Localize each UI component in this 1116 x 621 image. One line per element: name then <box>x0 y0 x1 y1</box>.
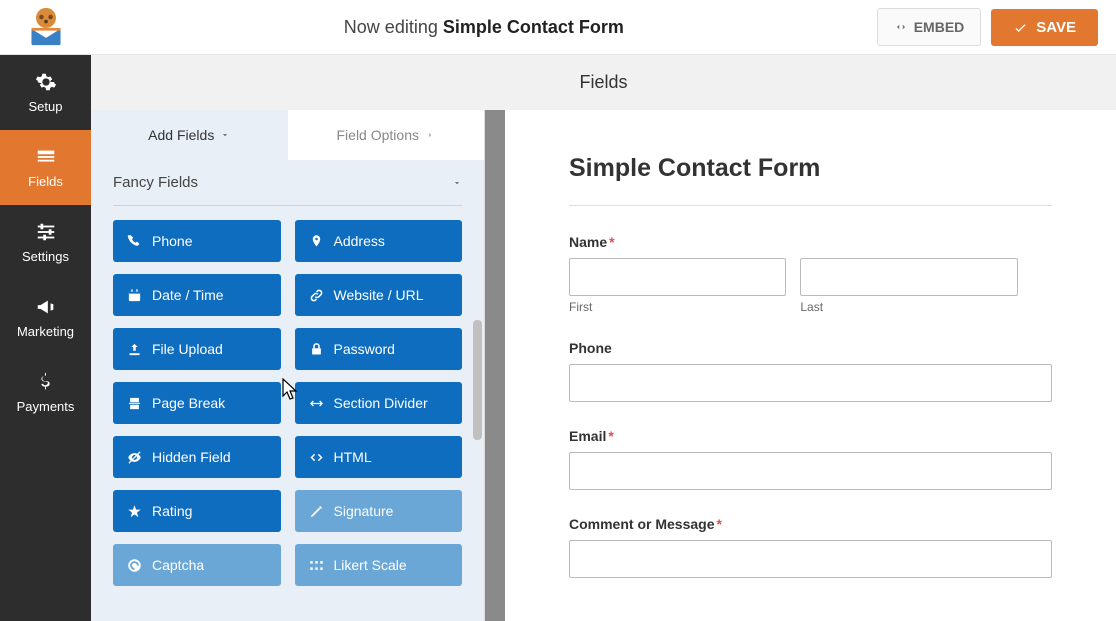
field-type-section-divider[interactable]: Section Divider <box>295 382 463 424</box>
tab-field-options[interactable]: Field Options <box>288 110 485 160</box>
field-palette: Add Fields Field Options Fancy Fields Ph… <box>91 110 485 621</box>
field-phone[interactable]: Phone <box>569 340 1052 402</box>
phone-input[interactable] <box>569 364 1052 402</box>
field-button-label: Captcha <box>152 557 204 573</box>
sidebar-label: Setup <box>29 99 63 114</box>
field-type-rating[interactable]: Rating <box>113 490 281 532</box>
star-icon <box>127 504 142 519</box>
field-type-html[interactable]: HTML <box>295 436 463 478</box>
field-button-label: Hidden Field <box>152 449 231 465</box>
first-name-input[interactable] <box>569 258 786 296</box>
chevron-down-icon <box>452 178 462 188</box>
likert-icon <box>309 558 324 573</box>
field-button-label: Address <box>334 233 385 249</box>
field-label: Name* <box>569 234 1052 250</box>
tab-add-fields[interactable]: Add Fields <box>91 110 288 160</box>
sidebar-label: Payments <box>17 399 75 414</box>
field-type-address[interactable]: Address <box>295 220 463 262</box>
field-type-signature[interactable]: Signature <box>295 490 463 532</box>
field-type-date-time[interactable]: Date / Time <box>113 274 281 316</box>
chevron-right-icon <box>425 130 435 140</box>
captcha-icon <box>127 558 142 573</box>
field-button-label: HTML <box>334 449 372 465</box>
field-button-label: Page Break <box>152 395 225 411</box>
field-type-hidden-field[interactable]: Hidden Field <box>113 436 281 478</box>
form-title: Simple Contact Form <box>569 154 1052 183</box>
code-icon <box>309 450 324 465</box>
content-area: Fields Add Fields Field Options Fancy Fi… <box>91 55 1116 621</box>
fields-icon <box>35 146 57 168</box>
bullhorn-icon <box>35 296 57 318</box>
field-button-label: Phone <box>152 233 192 249</box>
divider <box>569 205 1052 206</box>
field-button-label: Rating <box>152 503 192 519</box>
last-name-input[interactable] <box>800 258 1017 296</box>
top-bar: Now editing Simple Contact Form EMBED SA… <box>0 0 1116 55</box>
gear-icon <box>35 71 57 93</box>
sidebar-item-settings[interactable]: Settings <box>0 205 91 280</box>
sidebar-item-setup[interactable]: Setup <box>0 55 91 130</box>
left-iconbar: Setup Fields Settings Marketing Payments <box>0 55 91 621</box>
sidebar-label: Fields <box>28 174 63 189</box>
form-preview-wrap: Simple Contact Form Name* First Last <box>485 110 1116 621</box>
lock-icon <box>309 342 324 357</box>
sublabel-first: First <box>569 300 786 314</box>
code-icon <box>894 20 908 34</box>
form-preview[interactable]: Simple Contact Form Name* First Last <box>505 110 1116 621</box>
logo <box>0 0 91 55</box>
field-name[interactable]: Name* First Last <box>569 234 1052 314</box>
pen-icon <box>309 504 324 519</box>
sublabel-last: Last <box>800 300 1017 314</box>
dollar-icon <box>35 371 57 393</box>
field-type-captcha[interactable]: Captcha <box>113 544 281 586</box>
chevron-down-icon <box>220 130 230 140</box>
sliders-icon <box>35 221 57 243</box>
field-group-header[interactable]: Fancy Fields <box>91 160 484 199</box>
field-type-file-upload[interactable]: File Upload <box>113 328 281 370</box>
panel-title: Fields <box>91 55 1116 110</box>
phone-icon <box>127 234 142 249</box>
field-button-label: File Upload <box>152 341 223 357</box>
sidebar-item-payments[interactable]: Payments <box>0 355 91 430</box>
field-label: Phone <box>569 340 1052 356</box>
eyeoff-icon <box>127 450 142 465</box>
divider <box>113 205 462 206</box>
field-type-password[interactable]: Password <box>295 328 463 370</box>
embed-button[interactable]: EMBED <box>877 8 982 46</box>
save-button[interactable]: SAVE <box>991 9 1098 46</box>
field-button-label: Likert Scale <box>334 557 407 573</box>
scrollbar-thumb[interactable] <box>473 320 482 440</box>
calendar-icon <box>127 288 142 303</box>
arrows-icon <box>309 396 324 411</box>
field-label: Email* <box>569 428 1052 444</box>
sidebar-item-fields[interactable]: Fields <box>0 130 91 205</box>
sidebar-item-marketing[interactable]: Marketing <box>0 280 91 355</box>
field-button-label: Section Divider <box>334 395 428 411</box>
pin-icon <box>309 234 324 249</box>
link-icon <box>309 288 324 303</box>
field-button-label: Website / URL <box>334 287 424 303</box>
upload-icon <box>127 342 142 357</box>
field-comment[interactable]: Comment or Message* <box>569 516 1052 578</box>
field-button-label: Signature <box>334 503 394 519</box>
check-icon <box>1013 20 1028 35</box>
field-type-page-break[interactable]: Page Break <box>113 382 281 424</box>
sidebar-label: Marketing <box>17 324 74 339</box>
comment-input[interactable] <box>569 540 1052 578</box>
sidebar-label: Settings <box>22 249 69 264</box>
field-type-likert-scale[interactable]: Likert Scale <box>295 544 463 586</box>
field-label: Comment or Message* <box>569 516 1052 532</box>
pagebreak-icon <box>127 396 142 411</box>
field-button-label: Date / Time <box>152 287 224 303</box>
palette-scroll[interactable]: Fancy Fields Phone Address Date / Time Webs… <box>91 160 484 621</box>
field-type-website-url[interactable]: Website / URL <box>295 274 463 316</box>
field-button-label: Password <box>334 341 395 357</box>
email-input[interactable] <box>569 452 1052 490</box>
field-type-phone[interactable]: Phone <box>113 220 281 262</box>
now-editing-title: Now editing Simple Contact Form <box>91 17 877 38</box>
field-email[interactable]: Email* <box>569 428 1052 490</box>
